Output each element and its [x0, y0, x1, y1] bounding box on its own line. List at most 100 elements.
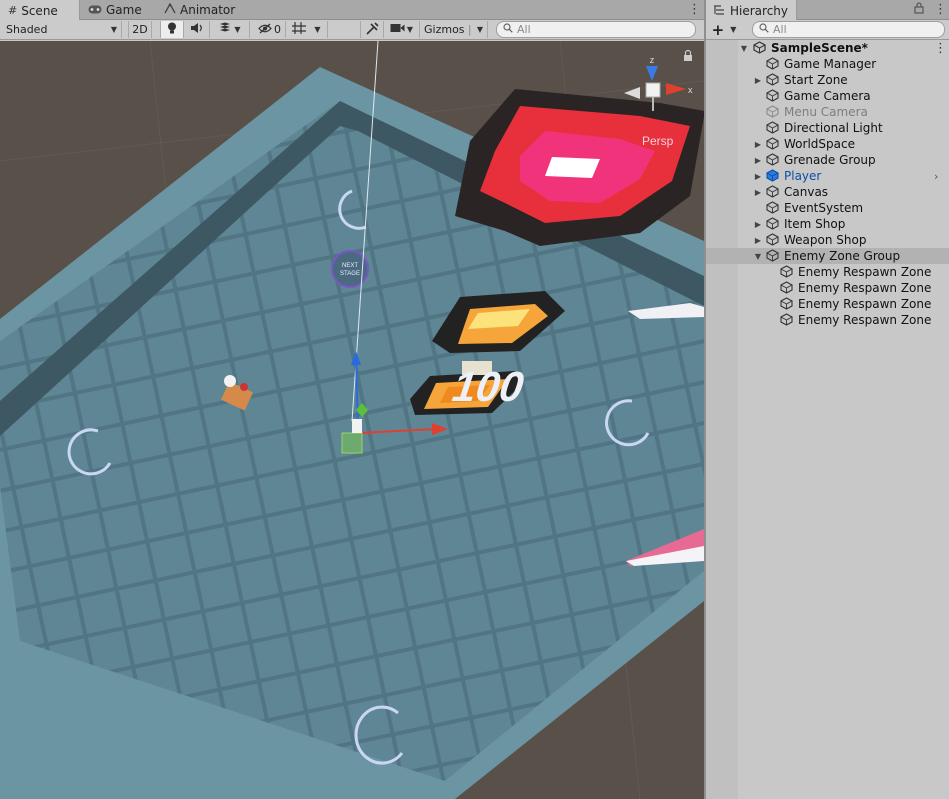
scene-panel: # Scene Game Animator ⋮ Shaded ▼ 2D ▼ 0 …: [0, 0, 704, 799]
gamepad-icon: [88, 4, 102, 17]
effects-dropdown[interactable]: ▼: [210, 21, 250, 38]
hierarchy-item[interactable]: ▶ Grenade Group: [706, 152, 949, 168]
gizmos-dropdown[interactable]: Gizmos | ▼: [420, 21, 488, 38]
plus-icon: +: [711, 20, 725, 39]
hierarchy-item-label: Player: [784, 169, 822, 183]
chevron-down-icon: ▼: [406, 25, 414, 34]
animator-icon: [164, 2, 176, 17]
prefab-open-arrow-icon[interactable]: ›: [934, 170, 938, 183]
scene-search[interactable]: [496, 21, 696, 38]
chevron-down-icon: ▼: [110, 25, 117, 34]
gameobject-cube-icon: [780, 313, 793, 326]
hierarchy-item[interactable]: ▶ Weapon Shop: [706, 232, 949, 248]
hierarchy-item[interactable]: ▶ Item Shop: [706, 216, 949, 232]
hierarchy-item[interactable]: ▶ Start Zone: [706, 72, 949, 88]
mode-2d-button[interactable]: 2D: [128, 21, 152, 38]
expanded-arrow-icon[interactable]: ▼: [739, 44, 749, 53]
gameobject-cube-icon: [780, 281, 793, 294]
create-dropdown[interactable]: + ▼: [708, 20, 740, 39]
tools-button[interactable]: [360, 21, 384, 38]
persp-label: Persp: [642, 134, 674, 148]
expanded-arrow-icon[interactable]: ▼: [753, 252, 763, 261]
hierarchy-item[interactable]: EventSystem: [706, 200, 949, 216]
tab-animator-label: Animator: [180, 3, 236, 17]
hierarchy-item-label: WorldSpace: [784, 137, 855, 151]
collapsed-arrow-icon[interactable]: ▶: [753, 140, 763, 149]
audio-toggle[interactable]: [184, 21, 210, 38]
gameobject-cube-icon: [780, 265, 793, 278]
next-stage-line2: STAGE: [340, 271, 360, 277]
camera-dropdown[interactable]: ▼: [384, 21, 420, 38]
scene-toolbar: Shaded ▼ 2D ▼ 0 ▼ ▼ Gizmos | ▼ All: [0, 20, 704, 40]
scene-menu-icon[interactable]: ⋮: [688, 2, 701, 17]
gameobject-cube-icon: [766, 217, 779, 230]
gameobject-cube-icon: [766, 73, 779, 86]
tab-scene[interactable]: # Scene: [0, 0, 80, 21]
hierarchy-item-label: Item Shop: [784, 217, 846, 231]
lighting-toggle[interactable]: [160, 21, 184, 38]
hierarchy-item-label: Enemy Respawn Zone: [798, 313, 932, 327]
hierarchy-item[interactable]: Enemy Respawn Zone: [706, 296, 949, 312]
hierarchy-menu-icon[interactable]: ⋮: [934, 2, 947, 17]
shading-mode-label: Shaded: [6, 23, 48, 36]
collapsed-arrow-icon[interactable]: ▶: [753, 188, 763, 197]
gameobject-cube-icon: [766, 57, 779, 70]
hierarchy-item-label: Enemy Respawn Zone: [798, 297, 932, 311]
gameobject-cube-icon: [766, 201, 779, 214]
search-icon: [503, 23, 513, 36]
separator: |: [467, 23, 472, 36]
hidden-objects-toggle[interactable]: 0: [254, 21, 286, 38]
hierarchy-item[interactable]: ▼ Enemy Zone Group: [706, 248, 949, 264]
hierarchy-item[interactable]: ▶ Canvas: [706, 184, 949, 200]
hierarchy-search-input[interactable]: [773, 23, 923, 36]
hierarchy-item-label: Enemy Zone Group: [784, 249, 901, 263]
collapsed-arrow-icon[interactable]: ▶: [753, 76, 763, 85]
gameobject-cube-icon: [766, 105, 779, 118]
scene-tabbar: # Scene Game Animator ⋮: [0, 0, 704, 21]
unity-editor: # Scene Game Animator ⋮ Shaded ▼ 2D ▼ 0 …: [0, 0, 949, 799]
gameobject-cube-icon: [766, 137, 779, 150]
scene-search-input[interactable]: [517, 23, 677, 36]
scene-root-row[interactable]: ▼ SampleScene* ⋮: [706, 40, 949, 56]
gameobject-cube-icon: [766, 249, 779, 262]
hierarchy-icon: [714, 4, 725, 18]
effects-icon: [218, 22, 232, 37]
tab-hierarchy-label: Hierarchy: [730, 3, 789, 18]
hierarchy-item-label: Canvas: [784, 185, 829, 199]
next-stage-line1: NEXT: [342, 263, 358, 269]
hierarchy-item[interactable]: Directional Light: [706, 120, 949, 136]
hierarchy-item[interactable]: Enemy Respawn Zone: [706, 280, 949, 296]
search-icon: [759, 23, 769, 36]
tab-hierarchy[interactable]: Hierarchy: [706, 0, 798, 21]
hierarchy-item-label: Menu Camera: [784, 105, 868, 119]
hierarchy-search[interactable]: [752, 21, 945, 38]
axis-z-label: z: [650, 55, 655, 65]
hierarchy-item[interactable]: ▶ Player ›: [706, 168, 949, 184]
tab-game-label: Game: [106, 3, 142, 17]
hierarchy-item-label: Start Zone: [784, 73, 848, 87]
collapsed-arrow-icon[interactable]: ▶: [753, 220, 763, 229]
lock-icon[interactable]: [914, 2, 924, 17]
gameobject-cube-icon: [766, 185, 779, 198]
hierarchy-item[interactable]: Game Manager: [706, 56, 949, 72]
shading-mode-dropdown[interactable]: Shaded ▼: [2, 21, 122, 38]
speaker-icon: [190, 22, 204, 37]
tab-animator[interactable]: Animator: [156, 0, 246, 20]
hierarchy-item-label: Directional Light: [784, 121, 883, 135]
collapsed-arrow-icon[interactable]: ▶: [753, 236, 763, 245]
collapsed-arrow-icon[interactable]: ▶: [753, 156, 763, 165]
hierarchy-item[interactable]: ▶ WorldSpace: [706, 136, 949, 152]
hierarchy-item[interactable]: Enemy Respawn Zone: [706, 264, 949, 280]
lightbulb-icon: [167, 22, 177, 37]
hidden-count: 0: [274, 23, 281, 36]
hierarchy-tree: ▼ SampleScene* ⋮ Game Manager ▶ Start Zone…: [706, 40, 949, 799]
scene-viewport[interactable]: NEXT STAGE Persp 100 z x: [0, 41, 704, 799]
tab-game[interactable]: Game: [80, 0, 154, 20]
tools-icon: [365, 21, 379, 38]
hierarchy-item[interactable]: Game Camera: [706, 88, 949, 104]
scene-menu-icon[interactable]: ⋮: [934, 41, 947, 56]
hierarchy-item[interactable]: Menu Camera: [706, 104, 949, 120]
collapsed-arrow-icon[interactable]: ▶: [753, 172, 763, 181]
grid-snap-dropdown[interactable]: ▼: [286, 21, 328, 38]
hierarchy-item[interactable]: Enemy Respawn Zone: [706, 312, 949, 328]
